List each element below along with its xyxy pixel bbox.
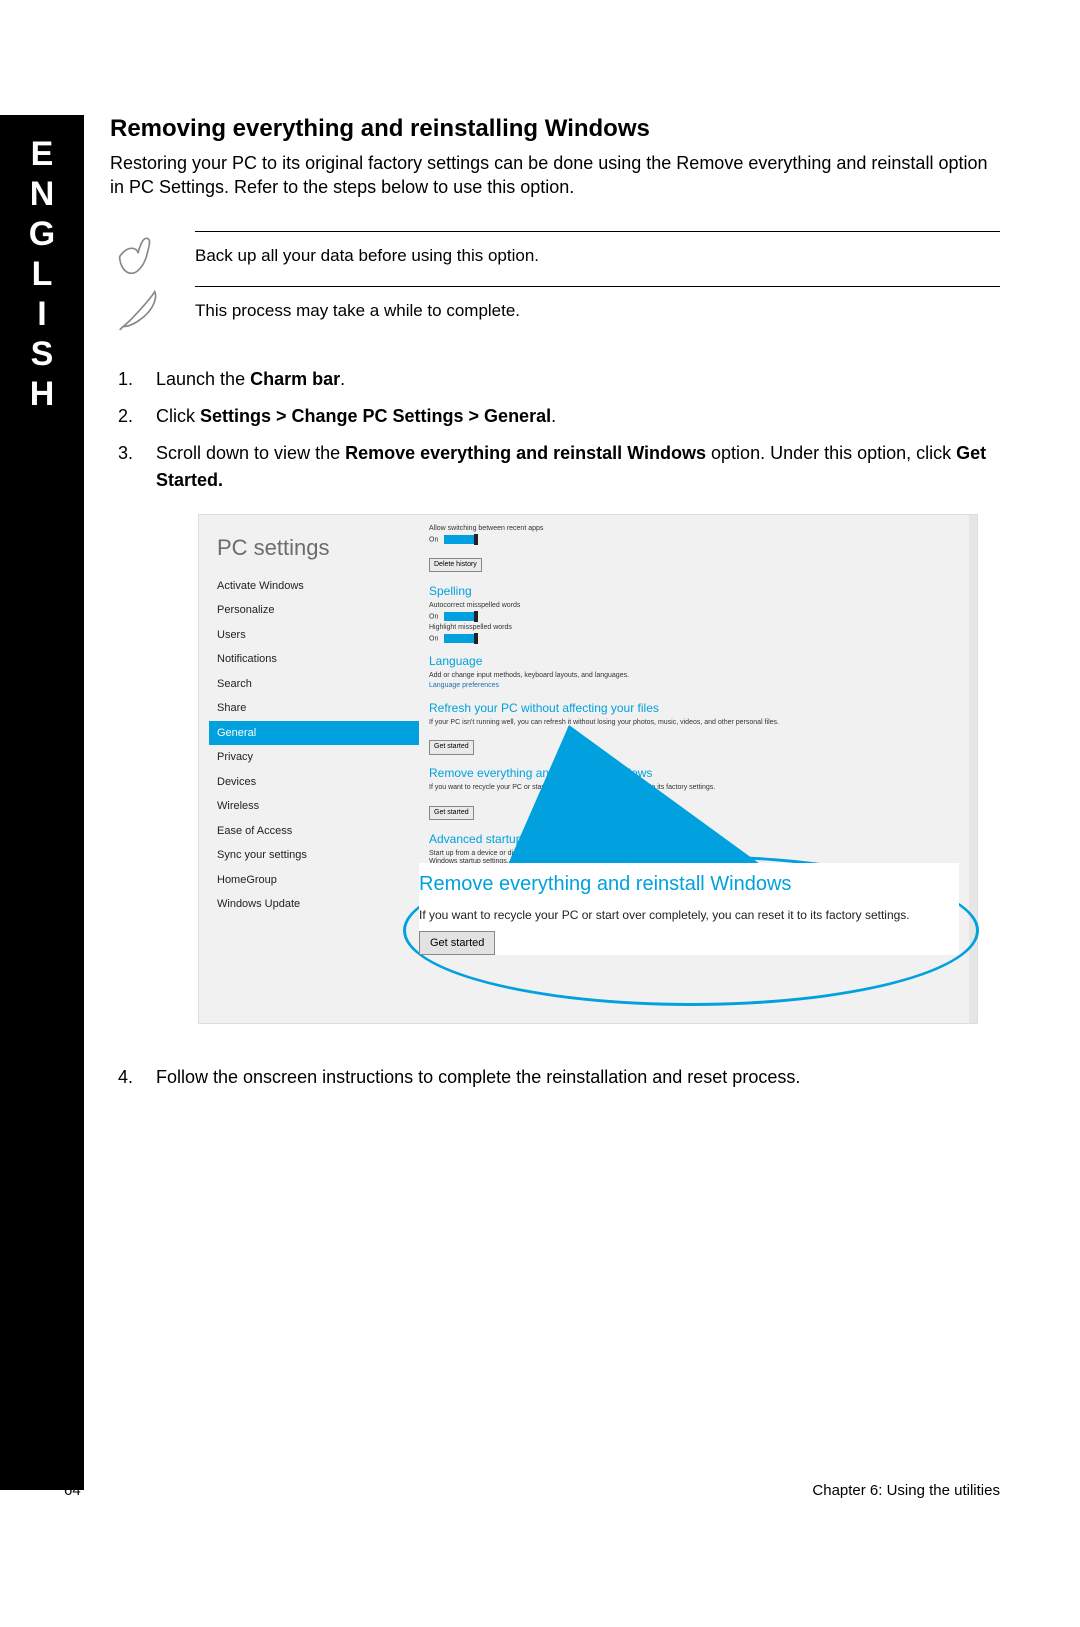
spelling-auto-label: Autocorrect misspelled words xyxy=(429,602,971,610)
zoom-desc: If you want to recycle your PC or start … xyxy=(419,907,959,923)
quill-icon xyxy=(110,283,165,338)
ps-menu-notifications[interactable]: Notifications xyxy=(209,647,419,672)
spelling-highlight-label: Highlight misspelled words xyxy=(429,624,971,632)
zoom-get-started-button[interactable]: Get started xyxy=(419,931,495,956)
pc-settings-screenshot: PC settings Activate WindowsPersonalizeU… xyxy=(198,514,978,1024)
toggle-appswitch[interactable] xyxy=(444,535,474,544)
note-time: This process may take a while to complet… xyxy=(195,286,1000,335)
step-3: Scroll down to view the Remove everythin… xyxy=(138,440,1000,1024)
ps-menu-ease-of-access[interactable]: Ease of Access xyxy=(209,819,419,844)
step-2: Click Settings > Change PC Settings > Ge… xyxy=(138,403,1000,430)
language-desc: Add or change input methods, keyboard la… xyxy=(429,672,971,680)
ps-menu-windows-update[interactable]: Windows Update xyxy=(209,892,419,917)
ps-menu-share[interactable]: Share xyxy=(209,696,419,721)
hand-icon xyxy=(110,228,165,283)
ps-menu-wireless[interactable]: Wireless xyxy=(209,794,419,819)
ps-menu-sync-your-settings[interactable]: Sync your settings xyxy=(209,843,419,868)
ps-menu-users[interactable]: Users xyxy=(209,623,419,648)
toggle-autocorrect[interactable] xyxy=(444,612,474,621)
ps-menu-personalize[interactable]: Personalize xyxy=(209,598,419,623)
ps-menu-homegroup[interactable]: HomeGroup xyxy=(209,868,419,893)
language-preferences-link[interactable]: Language preferences xyxy=(429,682,971,690)
intro-text: Restoring your PC to its original factor… xyxy=(110,151,1000,200)
toggle-highlight[interactable] xyxy=(444,634,474,643)
ps-menu-search[interactable]: Search xyxy=(209,672,419,697)
step-1: Launch the Charm bar. xyxy=(138,366,1000,393)
callout-zoom: Remove everything and reinstall Windows … xyxy=(419,863,959,956)
ps-menu-general[interactable]: General xyxy=(209,721,419,746)
chapter-label: Chapter 6: Using the utilities xyxy=(812,1482,1000,1499)
section-heading: Removing everything and reinstalling Win… xyxy=(110,115,1000,143)
delete-history-button[interactable]: Delete history xyxy=(429,558,482,573)
language-label: ENGLISH xyxy=(22,135,61,415)
ps-menu-privacy[interactable]: Privacy xyxy=(209,745,419,770)
step-4: Follow the onscreen instructions to comp… xyxy=(138,1064,1000,1091)
remove-get-started-button[interactable]: Get started xyxy=(429,806,474,821)
app-switch-label: Allow switching between recent apps xyxy=(429,525,971,533)
refresh-heading: Refresh your PC without affecting your f… xyxy=(429,699,971,717)
note-backup: Back up all your data before using this … xyxy=(195,231,1000,280)
zoom-title: Remove everything and reinstall Windows xyxy=(419,869,959,899)
pc-settings-title: PC settings xyxy=(217,531,419,564)
ps-menu-activate-windows[interactable]: Activate Windows xyxy=(209,574,419,599)
refresh-get-started-button[interactable]: Get started xyxy=(429,740,474,755)
language-heading: Language xyxy=(429,652,971,670)
spelling-heading: Spelling xyxy=(429,582,971,600)
page-number: 64 xyxy=(64,1482,81,1499)
ps-menu-devices[interactable]: Devices xyxy=(209,770,419,795)
language-sidebar: ENGLISH xyxy=(0,115,84,1490)
